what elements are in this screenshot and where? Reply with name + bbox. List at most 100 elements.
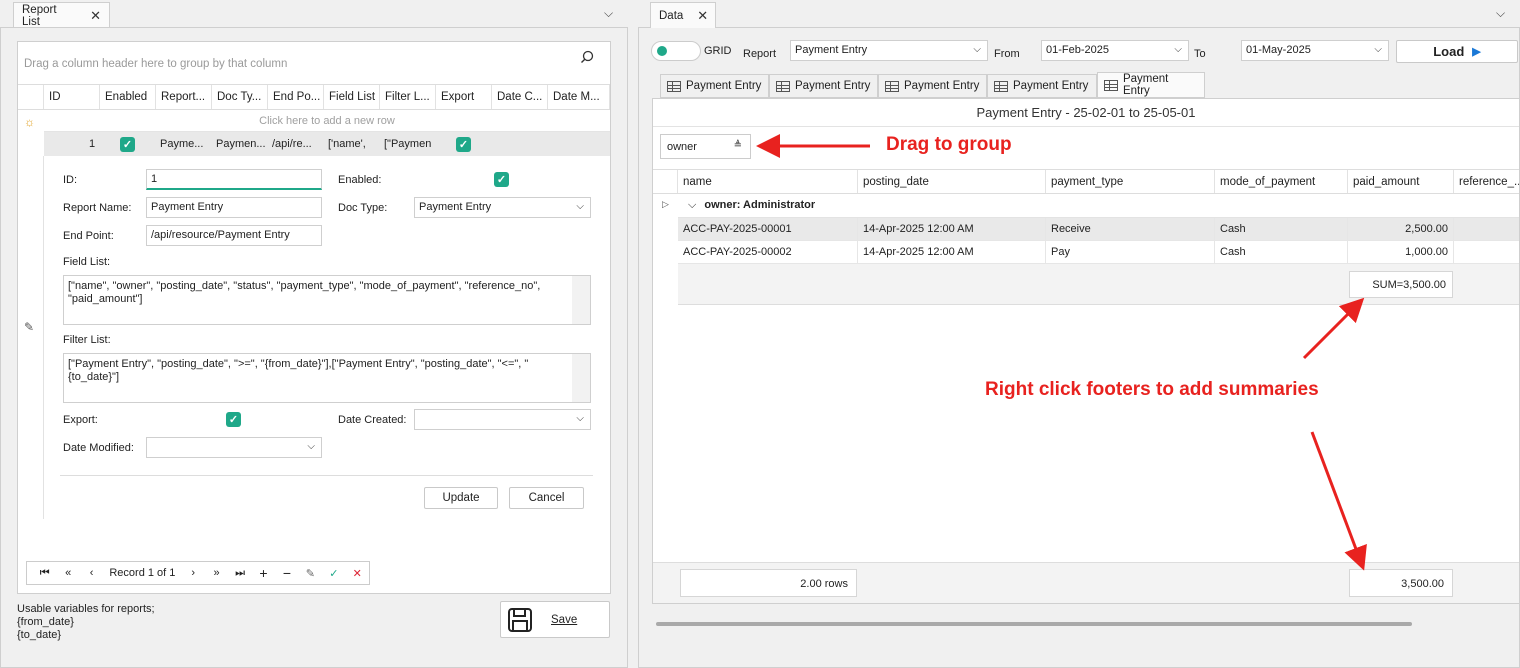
cancel-button[interactable]: Cancel [509, 487, 584, 509]
tab-label: Report List [22, 3, 57, 28]
group-row[interactable]: ⌵ owner: Administrator [688, 199, 815, 212]
sun-icon: ☼ [24, 115, 35, 129]
export-checkbox[interactable]: ✓ [226, 412, 241, 427]
cancel-icon[interactable]: ✕ [346, 567, 369, 580]
cell-payment-type: Pay [1046, 241, 1215, 263]
close-icon[interactable]: ✕ [90, 8, 101, 24]
column-header[interactable]: Filter L... [380, 85, 436, 109]
tab-label: Payment Entry [904, 80, 980, 92]
column-header[interactable]: reference_... [1454, 170, 1519, 193]
grid-toggle[interactable] [651, 41, 701, 61]
table-row[interactable]: ACC-PAY-2025-00002 14-Apr-2025 12:00 AM … [678, 241, 1519, 264]
group-chip-owner[interactable]: owner ≜ [660, 134, 751, 159]
close-icon[interactable]: ✕ [697, 8, 708, 24]
end-point-field[interactable]: /api/resource/Payment Entry [146, 225, 322, 246]
next-record-icon[interactable]: › [181, 567, 204, 579]
date-modified-select[interactable]: ⌵ [146, 437, 322, 458]
doc-type-value: Payment Entry [419, 201, 492, 213]
update-button[interactable]: Update [424, 487, 498, 509]
tab-payment-entry[interactable]: Payment Entry [769, 74, 878, 98]
report-name-field[interactable]: Payment Entry [146, 197, 322, 218]
expand-icon[interactable]: ▷ [662, 199, 669, 210]
usable-vars-line: Usable variables for reports; [17, 603, 155, 615]
group-panel-hint: Drag a column header here to group by th… [24, 58, 288, 70]
date-created-label: Date Created: [338, 414, 407, 426]
tab-data[interactable]: Data ✕ [650, 2, 716, 28]
annotation-drag-to-group: Drag to group [886, 134, 1012, 155]
column-header[interactable]: Enabled [100, 85, 156, 109]
column-header[interactable]: Date M... [548, 85, 610, 109]
prev-record-icon[interactable]: ‹ [80, 567, 103, 579]
checkbox-enabled[interactable]: ✓ [120, 137, 135, 152]
remove-icon[interactable]: − [275, 565, 298, 581]
tab-report-list[interactable]: Report List ✕ [13, 2, 110, 28]
column-header[interactable]: Field List [324, 85, 380, 109]
from-date-select[interactable]: 01-Feb-2025 ⌵ [1041, 40, 1189, 61]
column-header[interactable]: Doc Ty... [212, 85, 268, 109]
footer-count-summary[interactable]: 2.00 rows [680, 569, 857, 597]
table-row[interactable]: ACC-PAY-2025-00001 14-Apr-2025 12:00 AM … [678, 218, 1519, 241]
cell-endpoint: /api/re... [272, 138, 312, 150]
cell-posting-date: 14-Apr-2025 12:00 AM [858, 218, 1046, 240]
id-label: ID: [63, 174, 78, 186]
filter-list-label: Filter List: [63, 334, 111, 346]
last-page-icon[interactable]: ⏭ [228, 567, 251, 580]
from-label: From [994, 48, 1020, 60]
add-icon[interactable]: + [252, 565, 275, 581]
column-header[interactable]: Date C... [492, 85, 548, 109]
column-header[interactable]: paid_amount [1348, 170, 1454, 193]
next-page-icon[interactable]: » [205, 567, 228, 579]
chevron-down-icon[interactable]: ⌵ [604, 6, 613, 21]
prev-page-icon[interactable]: « [56, 567, 79, 579]
cell-amount: 1,000.00 [1348, 241, 1454, 263]
tab-payment-entry-active[interactable]: Payment Entry [1097, 72, 1205, 98]
checkbox-export[interactable]: ✓ [456, 137, 471, 152]
id-field[interactable]: 1 [146, 169, 322, 190]
to-date-value: 01-May-2025 [1246, 44, 1311, 56]
scrollbar[interactable] [572, 276, 590, 324]
doc-type-label: Doc Type: [338, 202, 388, 214]
edit-icon[interactable]: ✎ [299, 567, 322, 580]
enabled-checkbox[interactable]: ✓ [494, 172, 509, 187]
search-icon[interactable] [580, 50, 594, 64]
check-icon[interactable]: ✓ [322, 567, 345, 580]
tab-payment-entry[interactable]: Payment Entry [660, 74, 769, 98]
column-header[interactable]: Report... [156, 85, 212, 109]
date-modified-label: Date Modified: [63, 442, 134, 454]
to-date-select[interactable]: 01-May-2025 ⌵ [1241, 40, 1389, 61]
column-header[interactable]: ID [44, 85, 100, 109]
column-header[interactable]: mode_of_payment [1215, 170, 1348, 193]
new-row-hint[interactable]: Click here to add a new row [44, 111, 610, 132]
tab-payment-entry[interactable]: Payment Entry [878, 74, 987, 98]
tab-payment-entry[interactable]: Payment Entry [987, 74, 1097, 98]
record-navigator: ⏮ « ‹ Record 1 of 1 › » ⏭ + − ✎ ✓ ✕ [26, 561, 370, 585]
report-value: Payment Entry [795, 44, 868, 56]
column-header[interactable]: Export [436, 85, 492, 109]
chevron-down-icon: ⌵ [1174, 44, 1182, 55]
group-sum-summary[interactable]: SUM=3,500.00 [1349, 271, 1453, 298]
sort-ascending-icon[interactable]: ≜ [734, 140, 742, 151]
cell-payment-type: Receive [1046, 218, 1215, 240]
date-created-select[interactable]: ⌵ [414, 409, 591, 430]
save-label: Save [551, 613, 578, 626]
horizontal-scrollbar[interactable] [656, 622, 1412, 626]
first-page-icon[interactable]: ⏮ [33, 567, 56, 580]
grid-icon [667, 80, 681, 92]
save-button[interactable]: Save [500, 601, 610, 638]
grid-icon [1104, 79, 1118, 91]
column-header[interactable]: payment_type [1046, 170, 1215, 193]
column-header[interactable]: name [678, 170, 858, 193]
cell-mode: Cash [1215, 218, 1348, 240]
report-select[interactable]: Payment Entry ⌵ [790, 40, 988, 61]
load-button[interactable]: Load ▶ [1396, 40, 1518, 63]
column-header[interactable]: End Po... [268, 85, 324, 109]
chevron-down-icon[interactable]: ⌵ [1496, 6, 1505, 21]
footer-total-summary[interactable]: 3,500.00 [1349, 569, 1453, 597]
doc-type-select[interactable]: Payment Entry ⌵ [414, 197, 591, 218]
filter-list-value: ["Payment Entry", "posting_date", ">=", … [68, 358, 529, 383]
load-label: Load [1433, 44, 1465, 59]
column-header[interactable]: posting_date [858, 170, 1046, 193]
filter-list-memo[interactable]: ["Payment Entry", "posting_date", ">=", … [63, 353, 591, 403]
field-list-memo[interactable]: ["name", "owner", "posting_date", "statu… [63, 275, 591, 325]
scrollbar[interactable] [572, 354, 590, 402]
